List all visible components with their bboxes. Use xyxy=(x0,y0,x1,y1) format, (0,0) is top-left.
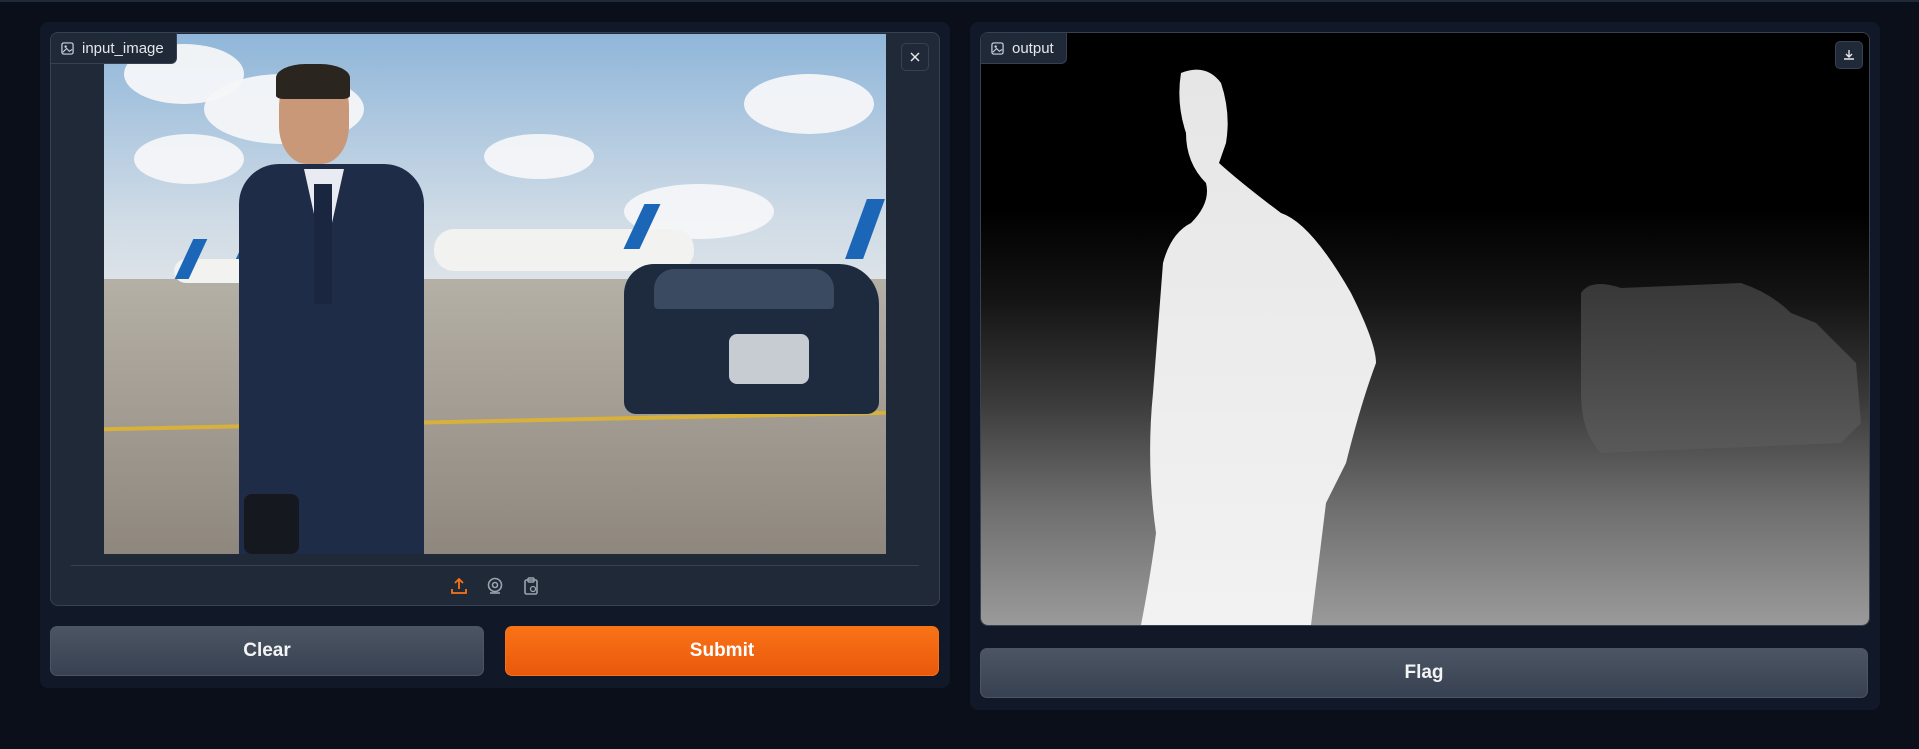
clipboard-icon[interactable] xyxy=(520,575,542,597)
download-icon xyxy=(1844,50,1854,60)
uploaded-photo xyxy=(104,34,886,554)
image-icon xyxy=(61,41,74,55)
input-image-label: input_image xyxy=(51,33,177,64)
close-icon xyxy=(910,52,920,62)
input-panel: input_image Clear Submit xyxy=(40,22,950,688)
webcam-icon[interactable] xyxy=(484,575,506,597)
input-image-label-text: input_image xyxy=(82,39,164,57)
submit-button[interactable]: Submit xyxy=(505,626,939,676)
image-icon xyxy=(991,41,1004,55)
output-label-text: output xyxy=(1012,39,1054,57)
output-panel: output Flag xyxy=(970,22,1880,710)
top-divider xyxy=(0,0,1919,2)
depth-map-output xyxy=(981,33,1869,625)
download-button[interactable] xyxy=(1835,41,1863,69)
clear-button[interactable]: Clear xyxy=(50,626,484,676)
flag-button[interactable]: Flag xyxy=(980,648,1868,698)
upload-icon[interactable] xyxy=(448,575,470,597)
output-image-block: output xyxy=(980,32,1870,626)
clear-image-button[interactable] xyxy=(901,43,929,71)
output-label: output xyxy=(981,33,1067,64)
input-image-block[interactable]: input_image xyxy=(50,32,940,606)
input-source-toolbar xyxy=(71,565,919,605)
